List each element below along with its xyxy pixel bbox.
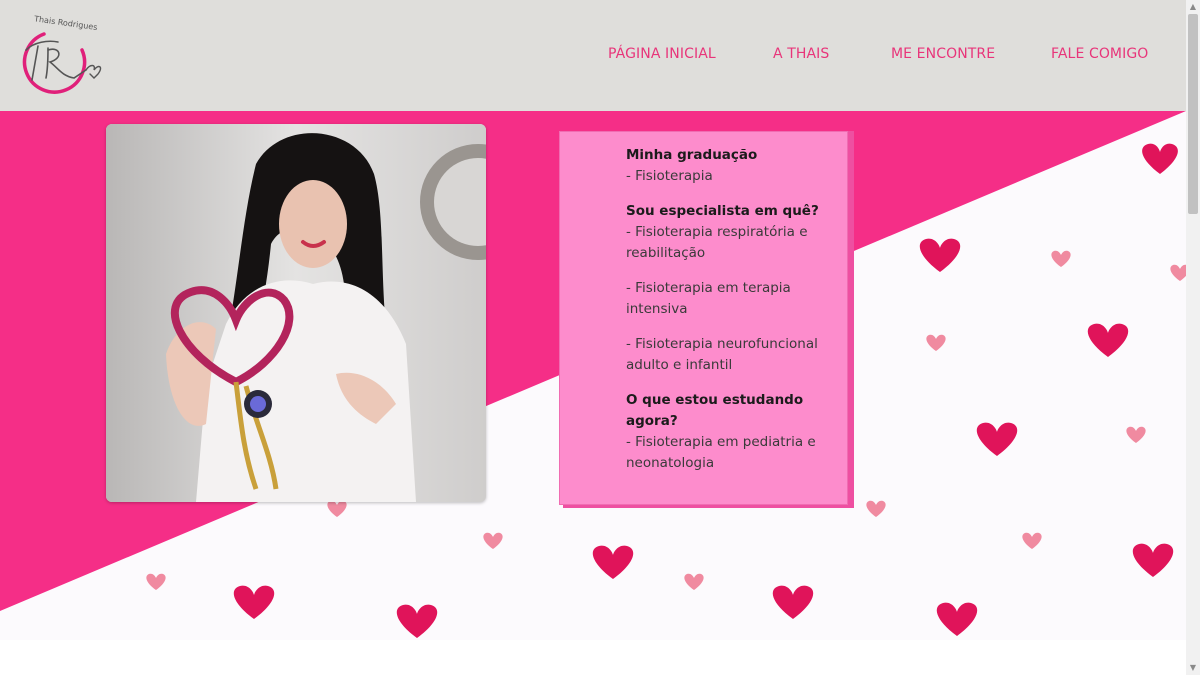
heart-icon bbox=[684, 573, 704, 590]
heart-icon bbox=[1170, 264, 1186, 281]
heart-icon bbox=[327, 500, 347, 517]
heart-icon bbox=[976, 422, 1018, 456]
heart-icon bbox=[1022, 532, 1042, 549]
specialty-item: - Fisioterapia respiratória e reabilitaç… bbox=[626, 224, 808, 261]
heart-icon bbox=[1126, 426, 1146, 443]
specialty-item: - Fisioterapia em terapia intensiva bbox=[626, 280, 791, 317]
profile-photo bbox=[106, 124, 486, 502]
nav-link-pagina-inicial[interactable]: PÁGINA INICIAL bbox=[608, 46, 716, 62]
heart-icon bbox=[1142, 143, 1178, 174]
heart-icon bbox=[1051, 250, 1071, 267]
heart-icon bbox=[592, 545, 634, 579]
heart-icon bbox=[233, 585, 275, 619]
graduation-heading: Minha graduação bbox=[626, 147, 758, 163]
profile-photo-illustration bbox=[106, 124, 486, 502]
studying-heading: O que estou estudando agora? bbox=[626, 392, 804, 429]
main-nav: PÁGINA INICIAL A THAIS ME ENCONTRE FALE … bbox=[0, 46, 1186, 66]
heart-icon bbox=[926, 334, 946, 351]
svg-text:Thais Rodrigues: Thais Rodrigues bbox=[33, 14, 98, 32]
heart-icon bbox=[772, 585, 814, 619]
heart-icon bbox=[919, 238, 961, 272]
scroll-up-arrow-icon[interactable]: ▲ bbox=[1186, 0, 1200, 14]
scroll-down-arrow-icon[interactable]: ▼ bbox=[1186, 661, 1200, 675]
page-scrollbar[interactable]: ▲ ▼ bbox=[1186, 0, 1200, 675]
studying-item: - Fisioterapia em pediatria e neonatolog… bbox=[626, 434, 816, 471]
nav-link-a-thais[interactable]: A THAIS bbox=[773, 46, 829, 62]
specialty-heading: Sou especialista em quê? bbox=[626, 203, 819, 219]
graduation-item: - Fisioterapia bbox=[626, 168, 713, 184]
heart-icon bbox=[1087, 323, 1129, 357]
nav-link-me-encontre[interactable]: ME ENCONTRE bbox=[891, 46, 995, 62]
nav-link-fale-comigo[interactable]: FALE COMIGO bbox=[1051, 46, 1148, 62]
heart-icon bbox=[146, 573, 166, 590]
heart-icon bbox=[866, 500, 886, 517]
heart-icon bbox=[396, 604, 438, 638]
specialty-item: - Fisioterapia neurofuncional adulto e i… bbox=[626, 336, 818, 373]
heart-icon bbox=[483, 532, 503, 549]
scroll-thumb[interactable] bbox=[1188, 14, 1198, 214]
heart-icon bbox=[1132, 543, 1174, 577]
site-header: Thais Rodrigues PÁGINA INICIAL A THAIS M… bbox=[0, 0, 1186, 111]
info-card-content: Minha graduação - Fisioterapia Sou espec… bbox=[626, 145, 826, 474]
heart-icon bbox=[936, 602, 978, 636]
page-bottom-area bbox=[0, 640, 1186, 675]
